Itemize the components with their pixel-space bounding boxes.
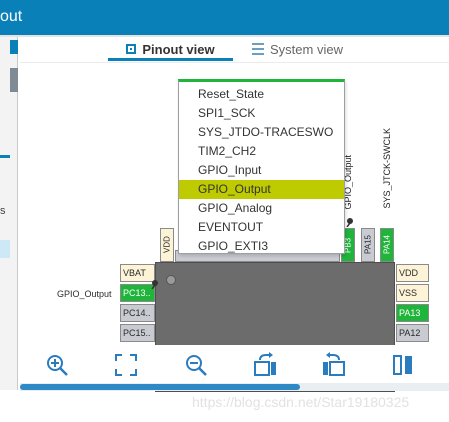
menu-item-spi1-sck[interactable]: SPI1_SCK (179, 104, 344, 123)
menu-item-gpio-input[interactable]: GPIO_Input (179, 161, 344, 180)
tabs-divider (20, 62, 449, 63)
pin-right-pa12[interactable]: PA12 (396, 324, 429, 342)
tab-system-label: System view (270, 41, 343, 57)
chip-icon (126, 44, 137, 54)
menu-item-sys-jtdo-traceswo[interactable]: SYS_JTDO-TRACESWO (179, 123, 344, 142)
menu-item-tim2-ch2[interactable]: TIM2_CH2 (179, 142, 344, 161)
tab-pinout-view[interactable]: Pinout view (108, 38, 233, 60)
pin-right-pa13[interactable]: PA13 (396, 304, 429, 322)
pushpin-icon (346, 218, 353, 227)
left-panel-label: s (0, 205, 6, 217)
menu-item-gpio-output[interactable]: GPIO_Output (179, 180, 344, 199)
menu-item-gpio-analog[interactable]: GPIO_Analog (179, 199, 344, 218)
rotate-right-icon[interactable] (252, 352, 278, 378)
fit-screen-icon[interactable] (113, 352, 139, 378)
pin-function-menu: Reset_State SPI1_SCK SYS_JTDO-TRACESWO T… (178, 79, 345, 254)
horizontal-scrollbar-thumb[interactable] (20, 384, 300, 390)
split-view-icon[interactable] (390, 352, 416, 378)
menu-item-eventout[interactable]: EVENTOUT (179, 218, 344, 237)
pin-top-pa15[interactable]: PA15 (361, 228, 375, 262)
window-header (0, 0, 449, 35)
tab-pinout-label: Pinout view (142, 41, 215, 57)
view-toolbar (20, 345, 449, 383)
tab-system-view[interactable]: System view (252, 38, 352, 60)
zoom-in-icon[interactable] (44, 352, 70, 378)
system-grid-icon (252, 43, 264, 55)
pushpin-icon (151, 280, 158, 289)
zoom-out-icon[interactable] (183, 352, 209, 378)
menu-item-gpio-exti3[interactable]: GPIO_EXTI3 (179, 237, 344, 256)
pa14-signal-label: SYS_JTCK-SWCLK (382, 128, 392, 209)
header-divider (0, 35, 449, 37)
pin1-marker (166, 275, 176, 285)
pin-right-vdd[interactable]: VDD (396, 264, 429, 282)
pin-right-vss[interactable]: VSS (396, 284, 429, 302)
left-panel-accent (0, 155, 10, 158)
left-panel-selected-row[interactable] (0, 240, 10, 258)
left-panel-scrollbar[interactable] (10, 68, 18, 92)
active-tab-indicator (108, 58, 233, 61)
rotate-left-icon[interactable] (321, 352, 347, 378)
left-panel-collapse-button[interactable] (10, 40, 18, 54)
pin-top-pa14[interactable]: PA14 (380, 228, 394, 262)
pc13-signal-label: GPIO_Output (57, 289, 112, 299)
watermark-text: https://blog.csdn.net/Star19180325 (192, 394, 410, 410)
pin-left-pc15[interactable]: PC15.. (120, 324, 155, 342)
pin-top-vdd[interactable]: VDD (160, 228, 174, 262)
menu-item-reset-state[interactable]: Reset_State (179, 85, 344, 104)
window-title: out (0, 8, 23, 25)
pin-left-pc14[interactable]: PC14.. (120, 304, 155, 322)
